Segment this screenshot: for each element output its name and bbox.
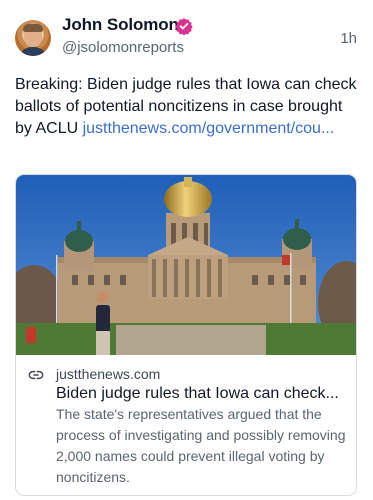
- card-image: [16, 175, 356, 355]
- link-preview-card[interactable]: justthenews.com Biden judge rules that I…: [15, 174, 357, 496]
- card-title[interactable]: Biden judge rules that Iowa can check...: [56, 383, 351, 404]
- verified-badge-icon: [175, 18, 193, 35]
- post-link[interactable]: justthenews.com/government/cou...: [83, 120, 335, 137]
- card-domain: justthenews.com: [56, 366, 161, 382]
- avatar[interactable]: [15, 20, 51, 56]
- post-timestamp[interactable]: 1h: [340, 30, 357, 47]
- author-handle[interactable]: @jsolomonreports: [62, 39, 184, 56]
- card-description: The state's representatives argued that …: [56, 406, 346, 485]
- post[interactable]: John Solomon @jsolomonreports 1h Breakin…: [0, 0, 373, 500]
- post-body: Breaking: Biden judge rules that Iowa ca…: [15, 74, 360, 140]
- author-display-name[interactable]: John Solomon: [62, 15, 179, 35]
- avatar-shirt: [18, 47, 48, 56]
- link-icon: [28, 370, 44, 380]
- avatar-hair: [23, 24, 43, 32]
